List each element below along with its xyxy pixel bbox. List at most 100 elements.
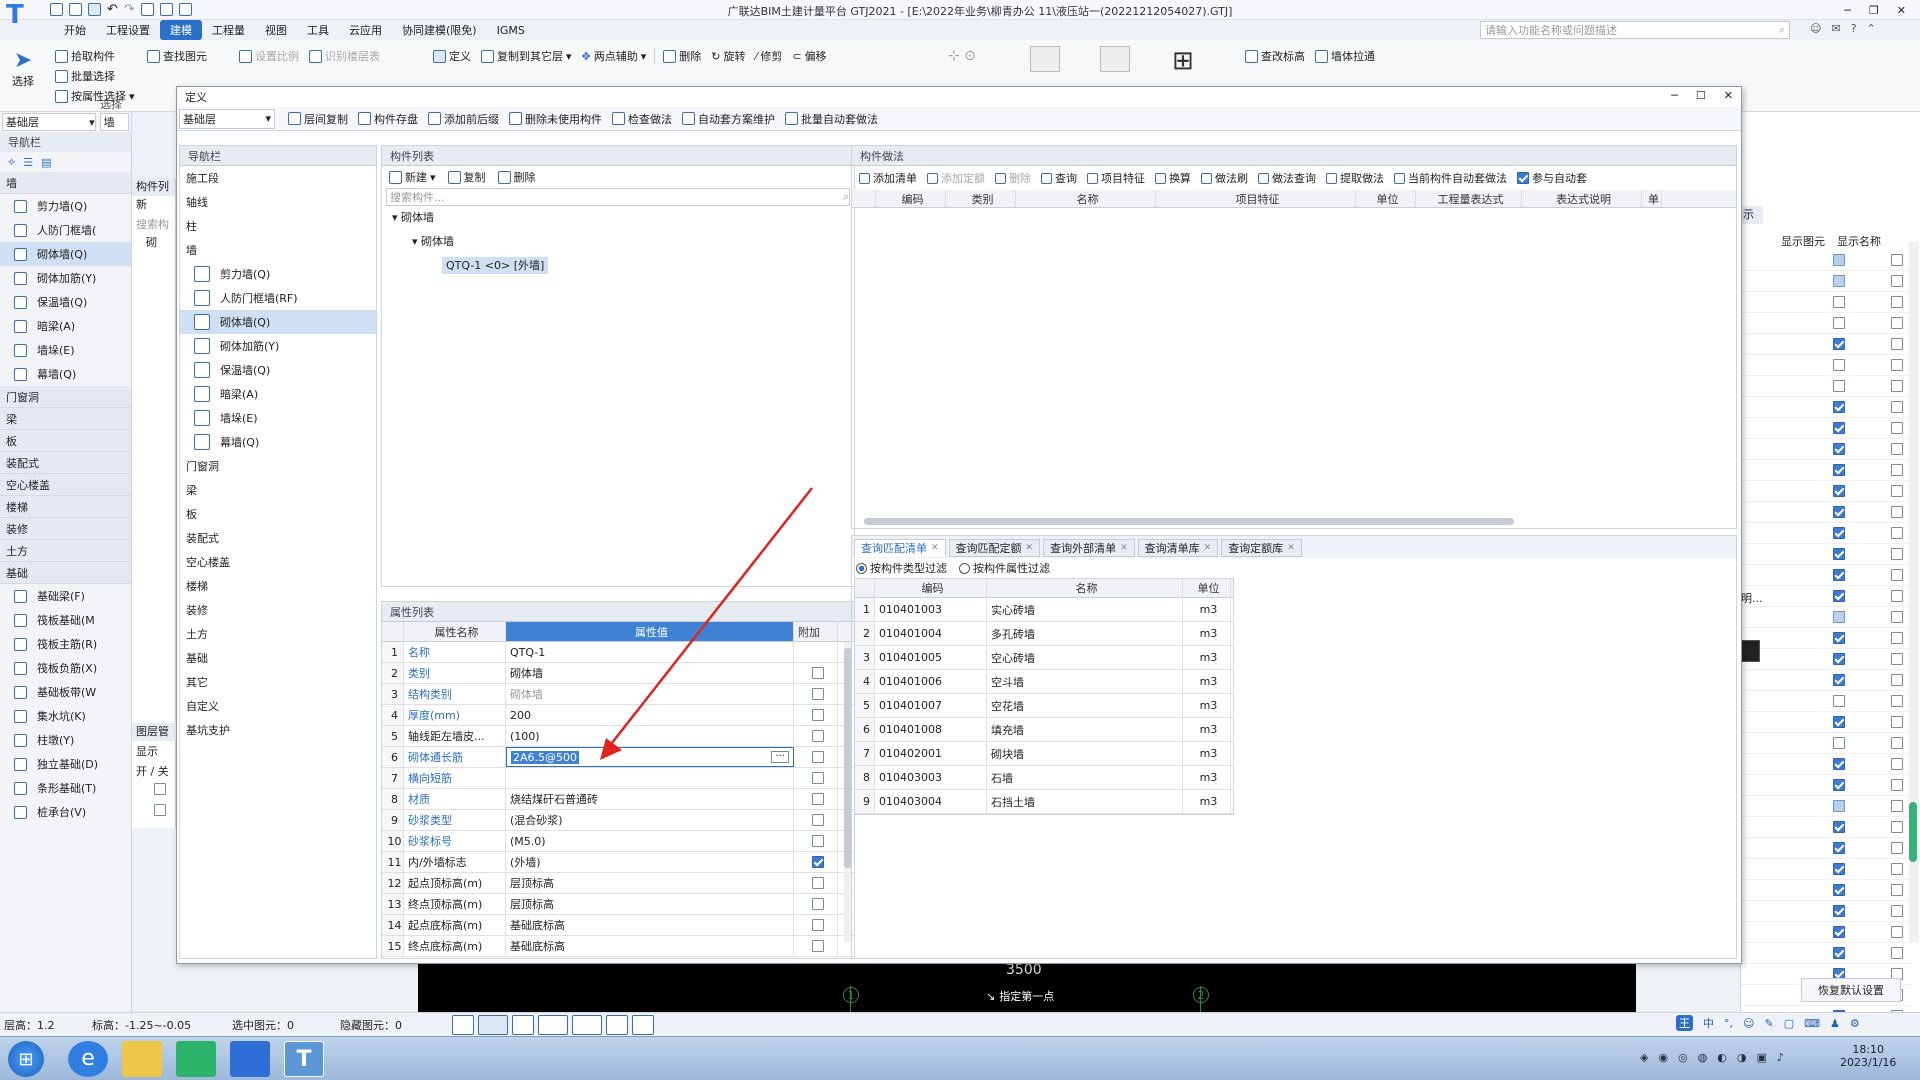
left-nav-item[interactable]: 墙垛(E) [0, 338, 131, 362]
show-name-checkbox[interactable] [1891, 317, 1903, 329]
query-tab[interactable]: 查询匹配清单 ✕ [854, 539, 946, 557]
show-element-checkbox[interactable] [1833, 275, 1845, 287]
copy-component-button[interactable]: 复制 [443, 167, 491, 187]
show-name-checkbox[interactable] [1891, 401, 1903, 413]
tab-close-icon[interactable]: ✕ [1287, 543, 1295, 553]
show-element-checkbox[interactable] [1833, 674, 1845, 686]
query-tab[interactable]: 查询外部清单 ✕ [1043, 539, 1135, 557]
view-tool-icon[interactable] [1030, 46, 1060, 72]
message-icon[interactable]: ✉ [1831, 22, 1840, 35]
property-value[interactable]: 200 [506, 705, 794, 725]
left-nav-item[interactable]: 基础梁(F) [0, 584, 131, 608]
dialog-nav-item[interactable]: 板 [180, 502, 376, 526]
dialog-nav-item[interactable]: 轴线 [180, 190, 376, 214]
show-name-checkbox[interactable] [1891, 800, 1903, 812]
left-nav-category[interactable]: 楼梯 [0, 496, 131, 518]
dialog-nav-item[interactable]: 梁 [180, 478, 376, 502]
attach-checkbox[interactable] [811, 919, 824, 931]
show-element-checkbox[interactable] [1833, 401, 1845, 413]
floor-select[interactable]: 基础层 ▾ [2, 113, 96, 131]
left-nav-item[interactable]: 暗梁(A) [0, 314, 131, 338]
property-value[interactable]: (外墙) [506, 852, 794, 872]
left-nav-category[interactable]: 梁 [0, 408, 131, 430]
show-element-checkbox[interactable] [1833, 359, 1845, 371]
left-nav-item[interactable]: 条形基础(T) [0, 776, 131, 800]
select-tool[interactable]: ➤ 选择 [12, 48, 34, 89]
show-name-checkbox[interactable] [1891, 569, 1903, 581]
dialog-minimize-icon[interactable]: ─ [1671, 89, 1678, 102]
show-name-checkbox[interactable] [1891, 779, 1903, 791]
show-element-checkbox[interactable] [1833, 863, 1845, 875]
select-by-attr-button[interactable]: 按属性选择 ▾ [50, 86, 140, 106]
dialog-toolbar-button[interactable]: 层间复制 [283, 109, 353, 129]
pick-component-button[interactable]: 拾取构件 [50, 46, 140, 66]
show-element-checkbox[interactable] [1833, 611, 1845, 623]
show-name-checkbox[interactable] [1891, 653, 1903, 665]
query-row[interactable]: 1 010401003 实心砖墙 m3 [855, 598, 1233, 622]
dialog-nav-item[interactable]: 自定义 [180, 694, 376, 718]
show-name-checkbox[interactable] [1891, 380, 1903, 392]
dialog-nav-item[interactable]: 楼梯 [180, 574, 376, 598]
show-element-checkbox[interactable] [1833, 821, 1845, 833]
show-name-checkbox[interactable] [1891, 737, 1903, 749]
cross-icon[interactable] [512, 1015, 534, 1035]
ime-pen-icon[interactable]: ✎ [1764, 1017, 1773, 1030]
menu-item[interactable]: 工程量 [202, 20, 255, 40]
menu-item[interactable]: 建模 [160, 20, 202, 40]
property-value[interactable]: 基础底标高 [506, 915, 794, 935]
show-name-checkbox[interactable] [1891, 926, 1903, 938]
copy-floor-button[interactable]: 复制到其它层 ▾ [476, 46, 577, 66]
show-element-checkbox[interactable] [1833, 443, 1845, 455]
show-element-checkbox[interactable] [1833, 779, 1845, 791]
left-nav-item[interactable]: 筏板基础(M [0, 608, 131, 632]
method-toolbar-button[interactable]: 做法刷 [1196, 168, 1253, 188]
help-icon[interactable]: ? [1851, 22, 1857, 35]
menu-item[interactable]: 视图 [255, 20, 297, 40]
property-value[interactable]: (混合砂浆) [506, 810, 794, 830]
show-element-checkbox[interactable] [1833, 947, 1845, 959]
tray-5-icon[interactable]: ◐ [1717, 1051, 1727, 1064]
show-element-checkbox[interactable] [1833, 758, 1845, 770]
show-name-checkbox[interactable] [1891, 485, 1903, 497]
show-name-checkbox[interactable] [1891, 590, 1903, 602]
show-name-checkbox[interactable] [1891, 632, 1903, 644]
left-nav-category[interactable]: 墙 [0, 172, 131, 194]
network-icon[interactable]: ▣ [1757, 1051, 1767, 1064]
show-name-checkbox[interactable] [1891, 506, 1903, 518]
arc-icon[interactable] [632, 1015, 654, 1035]
query-row[interactable]: 2 010401004 多孔砖墙 m3 [855, 622, 1233, 646]
method-toolbar-button[interactable]: 查询 [1036, 168, 1082, 188]
close-icon[interactable]: ✕ [1897, 4, 1906, 17]
attach-checkbox[interactable] [811, 898, 824, 910]
menu-item[interactable]: 协同建模(限免) [392, 20, 487, 40]
angle-icon[interactable] [538, 1015, 568, 1035]
dialog-toolbar-button[interactable]: 批量自动套做法 [780, 109, 883, 129]
left-nav-category[interactable]: 基础 [0, 562, 131, 584]
dialog-nav-item[interactable]: 装修 [180, 598, 376, 622]
show-element-checkbox[interactable] [1833, 254, 1845, 266]
query-tab[interactable]: 查询清单库 ✕ [1137, 539, 1219, 557]
dialog-toolbar-button[interactable]: 检查做法 [607, 109, 677, 129]
show-element-checkbox[interactable] [1833, 317, 1845, 329]
show-name-checkbox[interactable] [1891, 758, 1903, 770]
dialog-toolbar-button[interactable]: 添加前后缀 [423, 109, 504, 129]
component-search-input[interactable]: 搜索构件... ⌕ [386, 188, 850, 206]
tree-node-l2[interactable]: ▾ 砌体墙 [392, 230, 854, 254]
show-element-checkbox[interactable] [1833, 926, 1845, 938]
dialog-nav-item[interactable]: 土方 [180, 622, 376, 646]
mini-checkbox[interactable] [154, 783, 166, 795]
method-toolbar-button[interactable]: 添加定额 [922, 168, 990, 188]
method-toolbar-button[interactable]: 做法查询 [1253, 168, 1321, 188]
tree-node-selected[interactable]: QTQ-1 <0> [外墙] [442, 257, 549, 274]
help-search-input[interactable]: 请输入功能名称或问题描述 ⌕ [1480, 21, 1790, 39]
left-nav-category[interactable]: 空心楼盖 [0, 474, 131, 496]
left-nav-item[interactable]: 柱墩(Y) [0, 728, 131, 752]
redo-icon[interactable]: ↷ [124, 2, 135, 17]
attach-checkbox[interactable] [811, 730, 824, 742]
menu-item[interactable]: 工程设置 [96, 20, 160, 40]
show-name-checkbox[interactable] [1891, 422, 1903, 434]
show-name-checkbox[interactable] [1891, 947, 1903, 959]
query-row[interactable]: 7 010402001 砌块墙 m3 [855, 742, 1233, 766]
left-nav-item[interactable]: 保温墙(Q) [0, 290, 131, 314]
property-value[interactable]: 层顶标高 [506, 894, 794, 914]
